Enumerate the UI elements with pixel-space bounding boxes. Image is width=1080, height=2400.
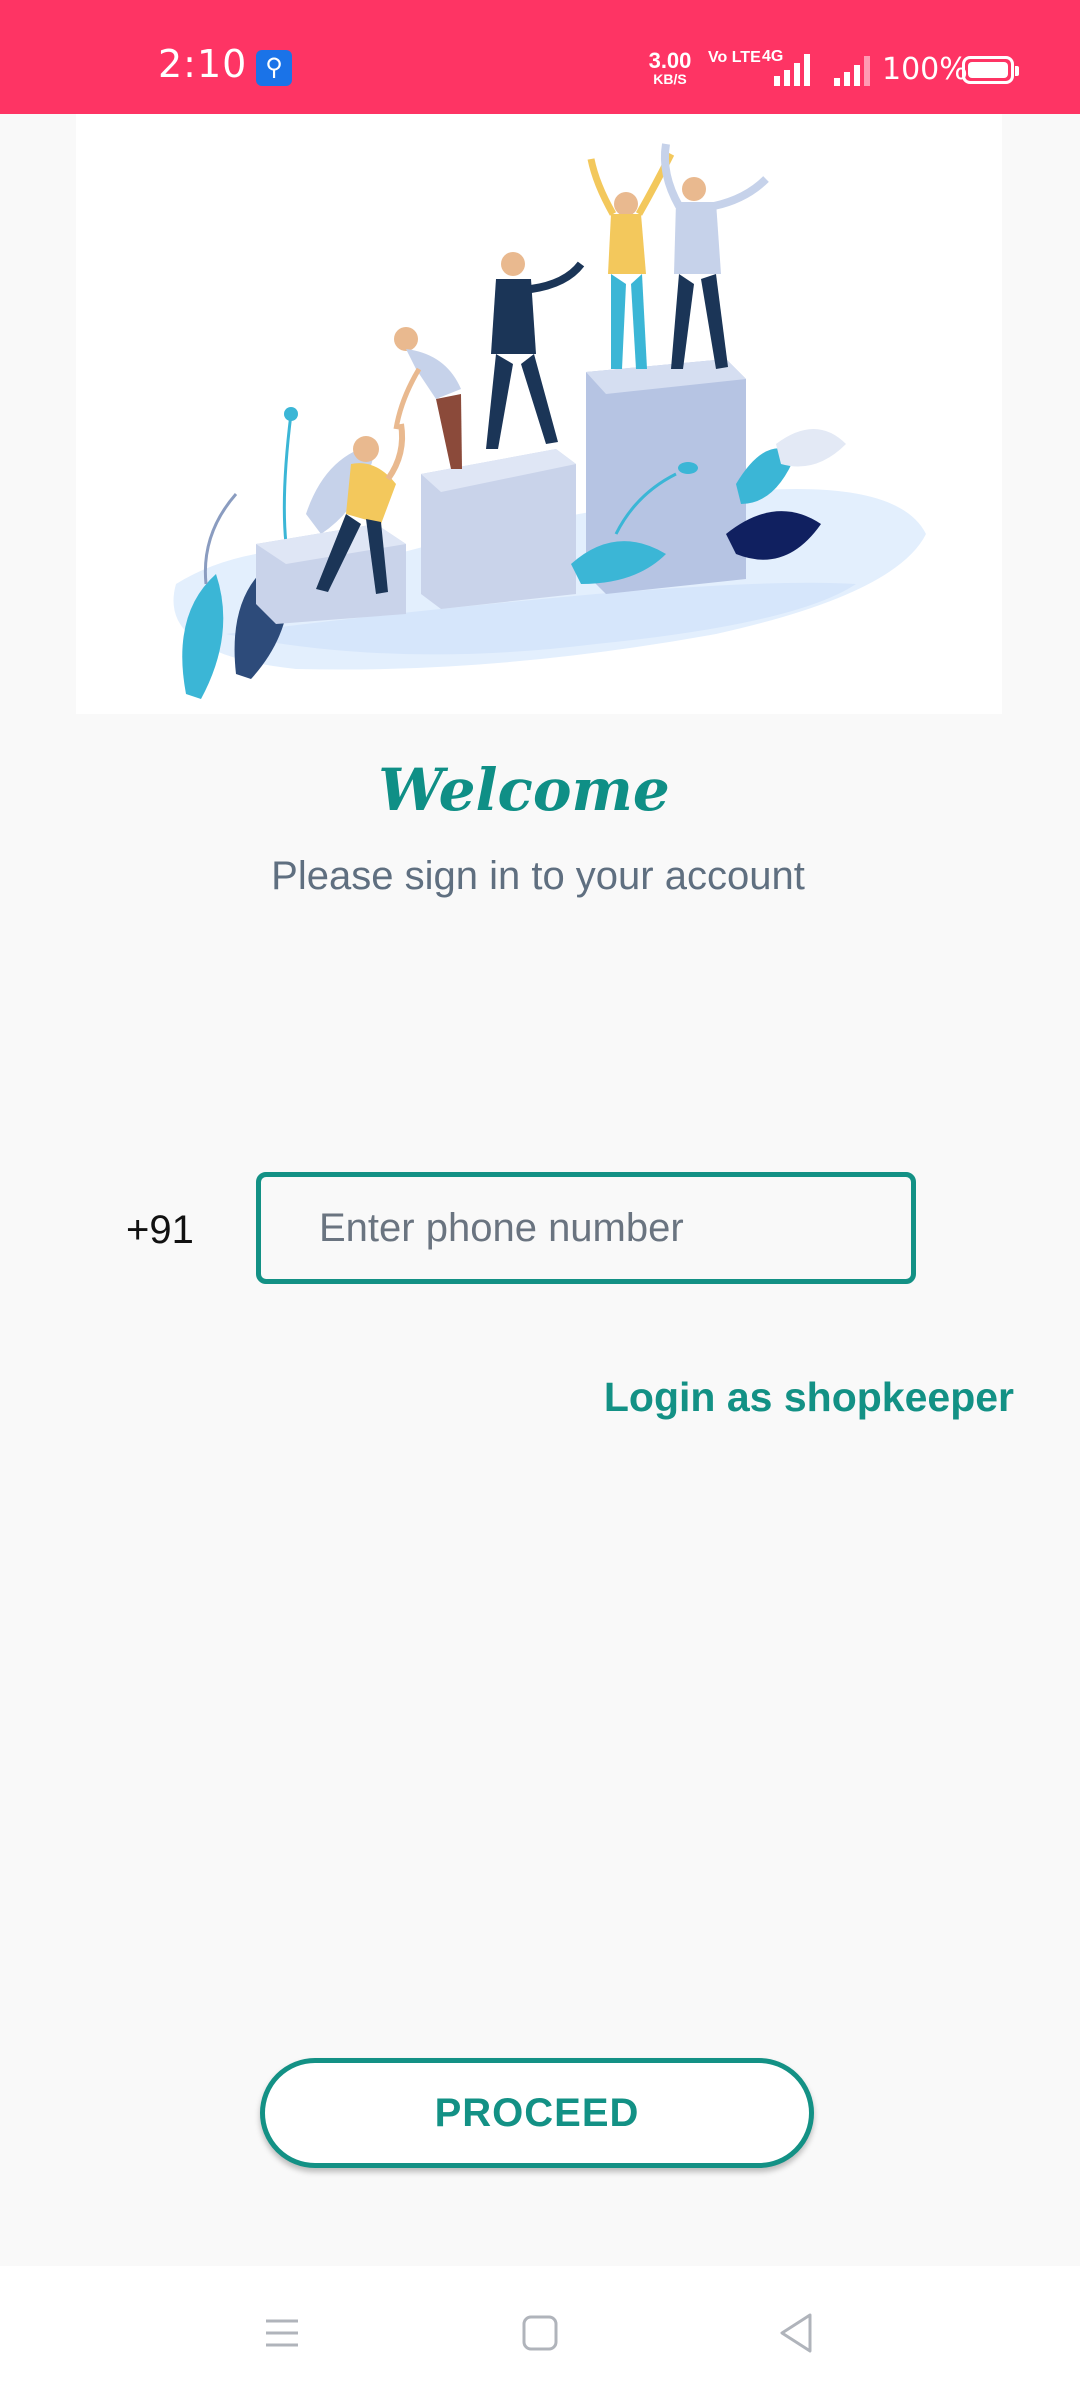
- status-time: 2:10: [158, 42, 248, 86]
- battery-percent: 100%: [882, 52, 968, 87]
- signal-icon-secondary: [834, 56, 870, 86]
- proceed-button[interactable]: PROCEED: [260, 2058, 814, 2168]
- welcome-subtitle: Please sign in to your account: [271, 854, 805, 898]
- phone-number-input[interactable]: [261, 1177, 911, 1279]
- status-bar: 2:10 ⚲ 3.00 KB/S Vo LTE 4G 100%: [0, 0, 1080, 114]
- login-as-shopkeeper-link[interactable]: Login as shopkeeper: [604, 1374, 1014, 1421]
- hero-illustration: [76, 114, 1002, 714]
- network-speed: 3.00 KB/S: [646, 48, 694, 87]
- battery-icon: [962, 56, 1019, 84]
- teamwork-illustration: [173, 143, 926, 699]
- usb-icon: ⚲: [256, 50, 292, 86]
- volte-icon: Vo LTE: [708, 49, 761, 66]
- network-speed-value: 3.00: [648, 48, 692, 73]
- signal-icon: [774, 54, 810, 86]
- welcome-title: Welcome: [378, 756, 670, 824]
- system-nav-bar: [0, 2266, 1080, 2400]
- country-code-label: +91: [126, 1208, 194, 1252]
- menu-icon[interactable]: [252, 2306, 312, 2360]
- network-speed-unit: KB/S: [653, 71, 687, 87]
- back-icon[interactable]: [766, 2306, 826, 2360]
- phone-number-field[interactable]: [256, 1172, 916, 1284]
- home-icon[interactable]: [510, 2306, 570, 2360]
